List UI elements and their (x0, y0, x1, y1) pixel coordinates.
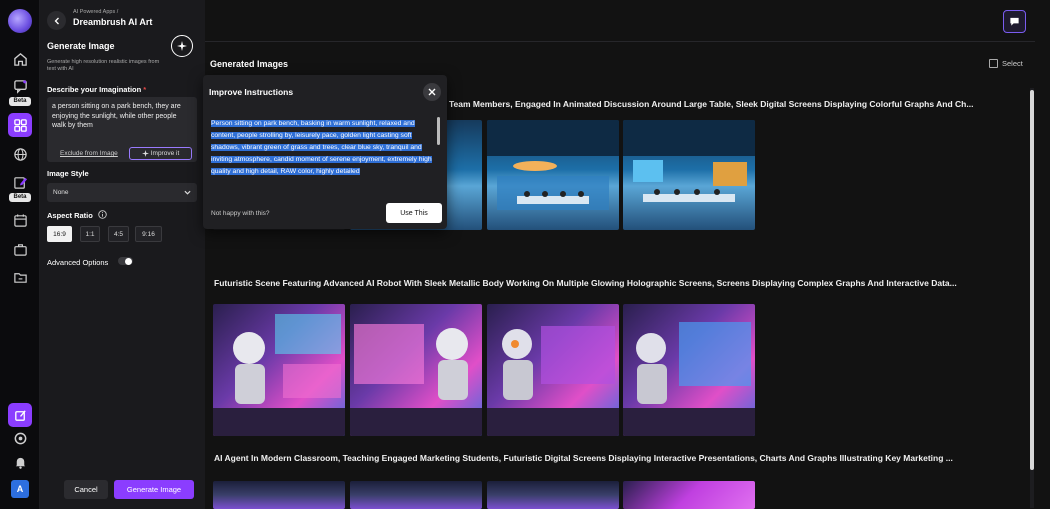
improve-it-button[interactable]: Improve it (129, 147, 192, 160)
settings-icon[interactable] (8, 426, 32, 450)
chevron-left-icon (54, 17, 59, 24)
image-thumb[interactable] (350, 304, 482, 436)
robot-illustration (350, 324, 482, 436)
select-checkbox[interactable] (989, 59, 998, 68)
office-illustration (487, 120, 619, 210)
select-toggle[interactable]: Select (989, 59, 1023, 68)
info-icon[interactable] (98, 210, 107, 219)
brand-logo-icon[interactable] (8, 9, 32, 33)
image-thumb[interactable] (623, 481, 755, 509)
cancel-button[interactable]: Cancel (64, 480, 108, 499)
ratio-4-5[interactable]: 4:5 (108, 226, 129, 242)
edit-icon[interactable] (8, 170, 32, 194)
briefcase-icon[interactable] (8, 237, 32, 261)
topbar-divider (205, 41, 1035, 42)
bell-icon[interactable] (8, 450, 32, 474)
image-thumb[interactable] (623, 304, 755, 436)
generated-images-title: Generated Images (210, 59, 289, 69)
image-thumb[interactable] (213, 481, 345, 509)
panel-heading: Generate Image (47, 41, 115, 51)
use-this-button[interactable]: Use This (386, 203, 442, 223)
sparkle-icon (141, 150, 149, 157)
image-thumb[interactable] (487, 481, 619, 509)
close-icon (428, 88, 436, 96)
ratio-1-1[interactable]: 1:1 (80, 226, 100, 242)
sparkle-icon (177, 41, 187, 51)
calendar-icon[interactable] (8, 208, 32, 232)
beta-badge: Beta (9, 97, 31, 106)
imagination-label-text: Describe your Imagination (47, 85, 142, 94)
image-style-label: Image Style (47, 169, 89, 178)
image-style-select[interactable]: None (47, 183, 197, 202)
chat-icon[interactable] (8, 74, 32, 98)
globe-icon[interactable] (8, 142, 32, 166)
app-title: Dreambrush AI Art (73, 17, 153, 27)
not-happy-label: Not happy with this? (211, 210, 270, 217)
breadcrumb[interactable]: AI Powered Apps / (73, 9, 118, 15)
chat-bubble-icon (1010, 17, 1019, 26)
aspect-ratio-label: Aspect Ratio (47, 210, 107, 220)
advanced-options-label: Advanced Options (47, 258, 109, 267)
home-icon[interactable] (8, 47, 32, 71)
select-label: Select (1002, 59, 1023, 68)
robot-illustration (623, 322, 755, 436)
exclude-from-image-link[interactable]: Exclude from Image (60, 150, 118, 157)
sparkle-button[interactable] (171, 35, 193, 57)
required-mark: * (143, 85, 147, 94)
back-button[interactable] (47, 11, 66, 30)
close-button[interactable] (423, 83, 441, 101)
panel-subtitle: Generate high resolution realistic image… (47, 59, 160, 72)
robot-illustration (213, 314, 345, 436)
beta-badge: Beta (9, 193, 31, 202)
image-thumb[interactable] (487, 120, 619, 230)
image-thumb[interactable] (350, 481, 482, 509)
office-illustration (623, 120, 755, 202)
modal-scrollbar[interactable] (437, 117, 440, 145)
folder-icon[interactable] (8, 265, 32, 289)
row-title-3: AI Agent In Modern Classroom, Teaching E… (214, 453, 953, 463)
left-rail: Beta Beta A (0, 0, 40, 509)
notes-icon[interactable] (8, 403, 32, 427)
imagination-label: Describe your Imagination * (47, 85, 146, 94)
avatar[interactable]: A (11, 480, 29, 498)
row-title-2: Futuristic Scene Featuring Advanced AI R… (214, 278, 957, 288)
improve-instructions-modal: Improve Instructions Person sitting on p… (203, 75, 447, 229)
advanced-options-toggle[interactable] (118, 257, 133, 265)
aspect-ratio-label-text: Aspect Ratio (47, 211, 93, 220)
row-title-1: Team Members, Engaged In Animated Discus… (449, 99, 974, 109)
image-thumb[interactable] (487, 304, 619, 436)
image-thumb[interactable] (213, 304, 345, 436)
improve-it-label: Improve it (150, 150, 180, 157)
image-thumb[interactable] (623, 120, 755, 230)
apps-icon[interactable] (8, 113, 32, 137)
chevron-down-icon (184, 190, 191, 195)
scrollbar-thumb[interactable] (1030, 90, 1034, 470)
improved-prompt-selection: Person sitting on park bench, basking in… (211, 120, 432, 175)
robot-illustration (487, 326, 619, 436)
assistant-button[interactable] (1003, 10, 1026, 33)
imagination-text: a person sitting on a park bench, they a… (52, 103, 181, 129)
modal-title: Improve Instructions (209, 87, 294, 97)
improved-prompt-text[interactable]: Person sitting on park bench, basking in… (211, 118, 436, 188)
generate-panel: AI Powered Apps / Dreambrush AI Art Gene… (40, 0, 205, 509)
image-style-value: None (53, 189, 69, 196)
generate-image-button[interactable]: Generate Image (114, 480, 194, 499)
ratio-9-16[interactable]: 9:16 (135, 226, 162, 242)
ratio-16-9[interactable]: 16:9 (47, 226, 72, 242)
